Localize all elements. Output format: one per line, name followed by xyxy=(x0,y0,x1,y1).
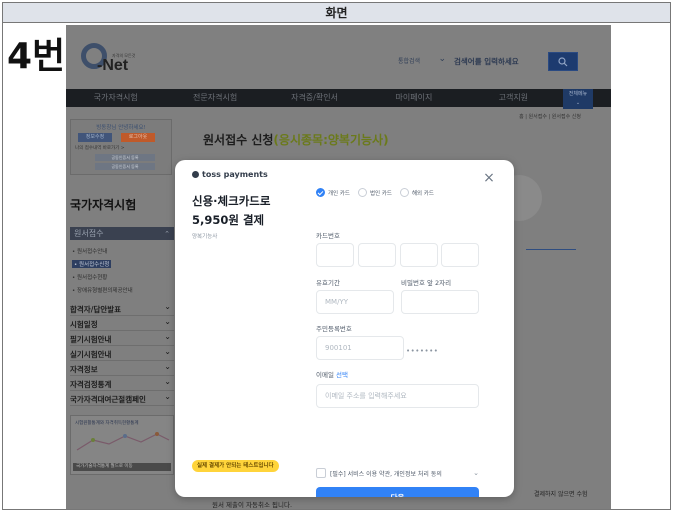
sidebar-item[interactable]: 실기시험안내 xyxy=(70,346,174,361)
logout-button[interactable]: 로그아웃 xyxy=(121,133,155,142)
sidebar-sub-item[interactable]: • 원서접수안내 xyxy=(72,247,107,255)
card-number-field-4[interactable] xyxy=(441,243,479,267)
card-pin-label: 비밀번호 앞 2자리 xyxy=(401,279,452,287)
nav-item[interactable]: 국가자격시험 xyxy=(66,89,165,107)
rrn-label: 주민등록번호 xyxy=(316,325,352,333)
page-title-main: 원서접수 신청 xyxy=(203,133,274,147)
toss-logo: toss payments xyxy=(192,170,268,179)
test-mode-badge: 실제 결제가 안되는 테스트입니다 xyxy=(192,460,279,472)
page-title-subject: (응시종목:양복기능사) xyxy=(273,133,389,147)
all-menu-label: 전체메뉴 xyxy=(568,91,588,97)
expiry-input[interactable]: MM/YY xyxy=(316,290,394,314)
card-number-label: 카드번호 xyxy=(316,232,340,240)
card-number-field-1[interactable] xyxy=(316,243,354,267)
nav-item[interactable]: 자격증/확인서 xyxy=(265,89,364,107)
search-scope-select[interactable]: 통합검색 xyxy=(398,52,446,69)
screenshot-area: 자격의 모든것 -Net 통합검색 검색어를 입력하세요 국가자격시험 전문자격… xyxy=(66,25,611,509)
payment-modal: toss payments × 신용·체크카드로 5,950원 결제 양복기능사… xyxy=(175,160,514,497)
nav-item[interactable]: 전문자격시험 xyxy=(165,89,264,107)
sidebar-item[interactable]: 필기시험안내 xyxy=(70,331,174,346)
payment-amount: 5,950원 결제 xyxy=(192,213,265,227)
doc-header: 화면 xyxy=(3,3,670,23)
login-greeting: 빙동창님 안녕하세요! xyxy=(96,125,146,131)
chevron-down-icon[interactable]: ⌄ xyxy=(473,469,479,477)
search-button[interactable] xyxy=(548,52,578,71)
radio-icon xyxy=(358,188,367,197)
sidebar-sub-item-active[interactable]: • 원서접수신청 xyxy=(72,260,112,268)
card-type-personal[interactable]: 개인 카드 xyxy=(316,188,350,197)
page-title: 원서접수 신청(응시종목:양복기능사) xyxy=(203,131,389,148)
bottom-notice: 원서 제출이 자동취소 됩니다. xyxy=(212,501,293,509)
checkbox-icon[interactable] xyxy=(316,468,326,478)
logo-text: -Net xyxy=(97,57,129,74)
step-label: 4번 xyxy=(7,36,66,77)
email-input[interactable]: 이메일 주소를 입력해주세요 xyxy=(316,384,479,408)
bottom-notice-right: 결제하지 않으면 수험 xyxy=(534,491,588,498)
cert-register-button[interactable]: 공동인증서 등록 xyxy=(95,163,155,170)
sidebar-sub-item[interactable]: • 장애유형별편의제공안내 xyxy=(72,286,133,294)
stats-banner-link[interactable]: 국가기술자격통계 월드로 이동 xyxy=(73,463,171,471)
rrn-masked: ••••••• xyxy=(406,347,439,355)
search-icon xyxy=(558,56,568,66)
close-icon[interactable]: × xyxy=(482,171,496,185)
main-nav: 국가자격시험 전문자격시험 자격증/확인서 마이페이지 고객지원 xyxy=(66,89,611,107)
cert-register-button[interactable]: 공동인증서 등록 xyxy=(95,154,155,161)
sidebar-heading: 국가자격시험 xyxy=(70,198,137,212)
banner-chart-icon xyxy=(76,432,170,451)
card-type-label: 법인 카드 xyxy=(370,190,392,197)
my-applications-link[interactable]: 나의 접수내역 바로가기 > xyxy=(75,145,124,151)
banner-title: 시험원활통계와 자격취득현황통계 xyxy=(75,421,139,426)
stats-banner[interactable]: 시험원활통계와 자격취득현황통계 국가기술자격통계 월드로 이동 xyxy=(70,415,174,475)
divider xyxy=(526,249,576,250)
toss-logo-icon xyxy=(192,171,199,178)
sidebar-item[interactable]: 자격정보 xyxy=(70,361,174,376)
sidebar-item[interactable]: 국가자격대여근절캠페인 xyxy=(70,391,174,406)
card-type-group: 개인 카드 법인 카드 해외 카드 xyxy=(316,188,434,197)
email-label-text: 이메일 xyxy=(316,371,334,379)
next-button[interactable]: 다음 xyxy=(316,487,479,497)
terms-agreement[interactable]: [필수] 서비스 이용 약관, 개인정보 처리 동의 ⌄ xyxy=(316,468,479,478)
nav-item[interactable]: 마이페이지 xyxy=(364,89,463,107)
email-optional-tag: 선택 xyxy=(336,371,348,379)
rrn-input[interactable]: 900101 xyxy=(316,336,404,360)
toss-brand-text: toss payments xyxy=(202,170,268,179)
card-number-field-3[interactable] xyxy=(400,243,438,267)
radio-icon xyxy=(400,188,409,197)
email-label: 이메일 선택 xyxy=(316,369,348,379)
radio-checked-icon xyxy=(316,188,325,197)
chevron-down-icon: ⌄ xyxy=(575,100,581,106)
card-type-label: 개인 카드 xyxy=(328,190,350,197)
card-type-label: 해외 카드 xyxy=(412,190,434,197)
nav-item[interactable]: 고객지원 xyxy=(464,89,563,107)
sidebar-menu-head[interactable]: 원서접수 xyxy=(70,227,174,241)
terms-text: [필수] 서비스 이용 약관, 개인정보 처리 동의 xyxy=(330,470,442,478)
card-pin-input[interactable] xyxy=(401,290,479,314)
card-type-overseas[interactable]: 해외 카드 xyxy=(400,188,434,197)
search-input[interactable]: 검색어를 입력하세요 xyxy=(454,55,552,69)
site-header: 자격의 모든것 -Net 통합검색 검색어를 입력하세요 xyxy=(66,25,611,89)
card-type-corporate[interactable]: 법인 카드 xyxy=(358,188,392,197)
all-menu-button[interactable]: 전체메뉴 ⌄ xyxy=(563,89,593,109)
sidebar-sub-item[interactable]: • 원서접수현황 xyxy=(72,273,107,281)
product-name: 양복기능사 xyxy=(192,234,218,240)
card-number-field-2[interactable] xyxy=(358,243,396,267)
breadcrumb: 홈 | 원서접수 | 원서접수 신청 xyxy=(519,114,581,120)
sidebar-item[interactable]: 시험일정 xyxy=(70,316,174,331)
expiry-label: 유효기간 xyxy=(316,279,340,287)
edit-info-button[interactable]: 정보수정 xyxy=(78,133,112,142)
payment-method-title: 신용·체크카드로 xyxy=(192,194,271,208)
document-frame: 화면 4번 자격의 모든것 -Net 통합검색 검색어를 입력하세요 국가자격시… xyxy=(2,2,671,510)
sidebar-item[interactable]: 자격검정통계 xyxy=(70,376,174,391)
login-box: 빙동창님 안녕하세요! 정보수정 로그아웃 나의 접수내역 바로가기 > 공동인… xyxy=(70,119,172,175)
sidebar-item[interactable]: 합격자/답안발표 xyxy=(70,301,174,316)
